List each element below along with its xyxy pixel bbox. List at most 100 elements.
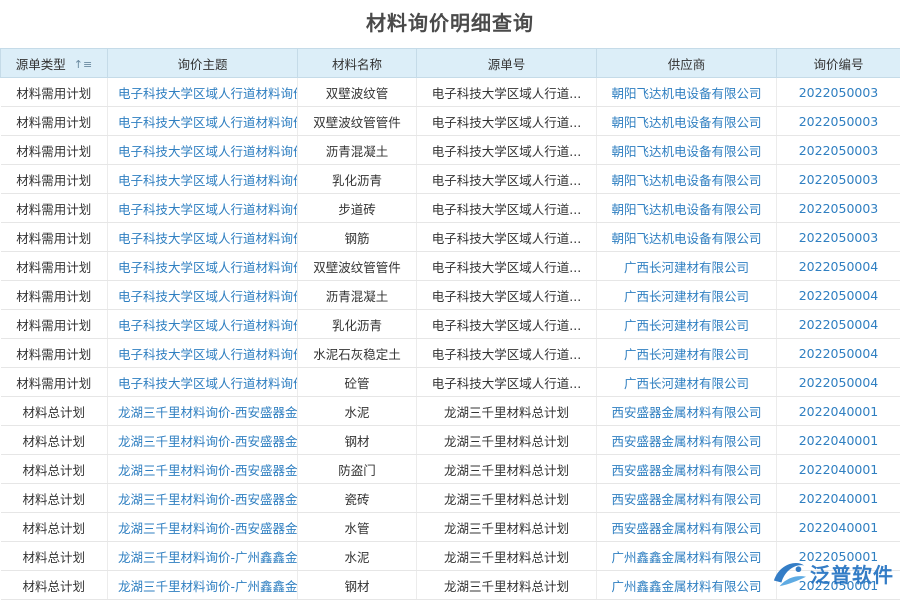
- cell-supplier[interactable]: 西安盛器金属材料有限公司: [597, 397, 777, 426]
- cell-supplier[interactable]: 广西长河建材有限公司: [597, 252, 777, 281]
- cell-subject-link[interactable]: 电子科技大学区域人行道材料询价: [118, 347, 298, 362]
- cell-inquiry-no-link[interactable]: 2022040001: [799, 491, 879, 506]
- table-row[interactable]: 材料需用计划电子科技大学区域人行道材料询价步道砖电子科技大学区域人行道...朝阳…: [1, 194, 900, 223]
- cell-subject[interactable]: 电子科技大学区域人行道材料询价: [108, 223, 298, 252]
- cell-supplier-link[interactable]: 朝阳飞达机电设备有限公司: [611, 144, 761, 159]
- cell-supplier[interactable]: 朝阳飞达机电设备有限公司: [597, 107, 777, 136]
- cell-supplier-link[interactable]: 广西长河建材有限公司: [624, 289, 749, 304]
- table-row[interactable]: 材料需用计划电子科技大学区域人行道材料询价钢筋电子科技大学区域人行道...朝阳飞…: [1, 223, 900, 252]
- cell-supplier[interactable]: 西安盛器金属材料有限公司: [597, 426, 777, 455]
- cell-supplier[interactable]: 广西长河建材有限公司: [597, 339, 777, 368]
- cell-inquiry-no[interactable]: 2022050004: [777, 252, 900, 281]
- cell-inquiry-no-link[interactable]: 2022040001: [799, 462, 879, 477]
- table-row[interactable]: 材料总计划龙湖三千里材料询价-西安盛器金属水泥龙湖三千里材料总计划西安盛器金属材…: [1, 397, 900, 426]
- column-header-source-no[interactable]: 源单号: [417, 49, 597, 78]
- cell-supplier[interactable]: 广州鑫鑫金属材料有限公司: [597, 542, 777, 571]
- cell-subject[interactable]: 电子科技大学区域人行道材料询价: [108, 281, 298, 310]
- cell-inquiry-no[interactable]: 2022050004: [777, 310, 900, 339]
- table-row[interactable]: 材料需用计划电子科技大学区域人行道材料询价乳化沥青电子科技大学区域人行道...广…: [1, 310, 900, 339]
- column-header-inquiry-no[interactable]: 询价编号: [777, 49, 900, 78]
- cell-subject[interactable]: 龙湖三千里材料询价-西安盛器金属: [108, 513, 298, 542]
- cell-inquiry-no[interactable]: 2022050003: [777, 194, 900, 223]
- cell-supplier-link[interactable]: 朝阳飞达机电设备有限公司: [611, 86, 761, 101]
- cell-subject[interactable]: 龙湖三千里材料询价-广州鑫鑫金属: [108, 542, 298, 571]
- cell-subject[interactable]: 电子科技大学区域人行道材料询价: [108, 310, 298, 339]
- cell-supplier[interactable]: 西安盛器金属材料有限公司: [597, 455, 777, 484]
- cell-supplier-link[interactable]: 广西长河建材有限公司: [624, 260, 749, 275]
- cell-subject[interactable]: 电子科技大学区域人行道材料询价: [108, 78, 298, 107]
- column-header-material[interactable]: 材料名称: [298, 49, 417, 78]
- cell-inquiry-no-link[interactable]: 2022050003: [799, 201, 879, 216]
- table-row[interactable]: 材料需用计划电子科技大学区域人行道材料询价双壁波纹管管件电子科技大学区域人行道.…: [1, 252, 900, 281]
- table-row[interactable]: 材料需用计划电子科技大学区域人行道材料询价乳化沥青电子科技大学区域人行道...朝…: [1, 165, 900, 194]
- cell-inquiry-no[interactable]: 2022050004: [777, 368, 900, 397]
- cell-subject-link[interactable]: 电子科技大学区域人行道材料询价: [118, 231, 298, 246]
- table-row[interactable]: 材料需用计划电子科技大学区域人行道材料询价沥青混凝土电子科技大学区域人行道...…: [1, 281, 900, 310]
- table-row[interactable]: 材料需用计划电子科技大学区域人行道材料询价双壁波纹管电子科技大学区域人行道...…: [1, 78, 900, 107]
- cell-inquiry-no-link[interactable]: 2022040001: [799, 433, 879, 448]
- cell-subject-link[interactable]: 电子科技大学区域人行道材料询价: [118, 376, 298, 391]
- cell-subject[interactable]: 龙湖三千里材料询价-西安盛器金属: [108, 397, 298, 426]
- cell-subject[interactable]: 龙湖三千里材料询价-西安盛器金属: [108, 484, 298, 513]
- cell-subject[interactable]: 电子科技大学区域人行道材料询价: [108, 107, 298, 136]
- cell-inquiry-no[interactable]: 2022050003: [777, 107, 900, 136]
- cell-supplier-link[interactable]: 西安盛器金属材料有限公司: [611, 434, 761, 449]
- cell-supplier[interactable]: 朝阳飞达机电设备有限公司: [597, 223, 777, 252]
- cell-inquiry-no-link[interactable]: 2022050003: [799, 143, 879, 158]
- table-row[interactable]: 材料需用计划电子科技大学区域人行道材料询价砼管电子科技大学区域人行道...广西长…: [1, 368, 900, 397]
- cell-supplier-link[interactable]: 朝阳飞达机电设备有限公司: [611, 231, 761, 246]
- cell-inquiry-no-link[interactable]: 2022050004: [799, 375, 879, 390]
- cell-supplier[interactable]: 朝阳飞达机电设备有限公司: [597, 165, 777, 194]
- cell-inquiry-no[interactable]: 2022050004: [777, 281, 900, 310]
- cell-supplier[interactable]: 西安盛器金属材料有限公司: [597, 484, 777, 513]
- cell-subject-link[interactable]: 龙湖三千里材料询价-西安盛器金属: [118, 492, 298, 507]
- table-row[interactable]: 材料总计划龙湖三千里材料询价-广州鑫鑫金属水泥龙湖三千里材料总计划广州鑫鑫金属材…: [1, 542, 900, 571]
- cell-inquiry-no[interactable]: 2022050003: [777, 223, 900, 252]
- cell-supplier[interactable]: 朝阳飞达机电设备有限公司: [597, 194, 777, 223]
- cell-subject[interactable]: 电子科技大学区域人行道材料询价: [108, 165, 298, 194]
- cell-inquiry-no[interactable]: 2022050003: [777, 78, 900, 107]
- cell-supplier-link[interactable]: 广西长河建材有限公司: [624, 318, 749, 333]
- cell-inquiry-no[interactable]: 2022040001: [777, 455, 900, 484]
- cell-supplier-link[interactable]: 朝阳飞达机电设备有限公司: [611, 202, 761, 217]
- cell-subject-link[interactable]: 电子科技大学区域人行道材料询价: [118, 260, 298, 275]
- cell-subject[interactable]: 电子科技大学区域人行道材料询价: [108, 136, 298, 165]
- table-row[interactable]: 材料总计划龙湖三千里材料询价-西安盛器金属防盗门龙湖三千里材料总计划西安盛器金属…: [1, 455, 900, 484]
- cell-supplier[interactable]: 广西长河建材有限公司: [597, 368, 777, 397]
- cell-inquiry-no[interactable]: 2022040001: [777, 484, 900, 513]
- cell-inquiry-no-link[interactable]: 2022050003: [799, 172, 879, 187]
- cell-subject-link[interactable]: 龙湖三千里材料询价-广州鑫鑫金属: [118, 550, 298, 565]
- cell-inquiry-no[interactable]: 2022040001: [777, 513, 900, 542]
- table-row[interactable]: 材料需用计划电子科技大学区域人行道材料询价双壁波纹管管件电子科技大学区域人行道.…: [1, 107, 900, 136]
- cell-subject-link[interactable]: 龙湖三千里材料询价-西安盛器金属: [118, 521, 298, 536]
- cell-subject[interactable]: 电子科技大学区域人行道材料询价: [108, 194, 298, 223]
- column-header-subject[interactable]: 询价主题: [108, 49, 298, 78]
- cell-supplier[interactable]: 朝阳飞达机电设备有限公司: [597, 136, 777, 165]
- cell-supplier[interactable]: 广州鑫鑫金属材料有限公司: [597, 571, 777, 600]
- table-row[interactable]: 材料需用计划电子科技大学区域人行道材料询价水泥石灰稳定土电子科技大学区域人行道.…: [1, 339, 900, 368]
- cell-inquiry-no-link[interactable]: 2022040001: [799, 404, 879, 419]
- cell-supplier-link[interactable]: 朝阳飞达机电设备有限公司: [611, 173, 761, 188]
- cell-subject-link[interactable]: 龙湖三千里材料询价-西安盛器金属: [118, 463, 298, 478]
- cell-inquiry-no-link[interactable]: 2022050004: [799, 317, 879, 332]
- cell-inquiry-no-link[interactable]: 2022050003: [799, 230, 879, 245]
- cell-subject-link[interactable]: 电子科技大学区域人行道材料询价: [118, 115, 298, 130]
- column-header-supplier[interactable]: 供应商: [597, 49, 777, 78]
- sort-icon[interactable]: ↑≡: [74, 58, 92, 71]
- cell-subject[interactable]: 电子科技大学区域人行道材料询价: [108, 368, 298, 397]
- table-row[interactable]: 材料总计划龙湖三千里材料询价-西安盛器金属钢材龙湖三千里材料总计划西安盛器金属材…: [1, 426, 900, 455]
- cell-supplier-link[interactable]: 朝阳飞达机电设备有限公司: [611, 115, 761, 130]
- cell-subject[interactable]: 电子科技大学区域人行道材料询价: [108, 252, 298, 281]
- cell-supplier-link[interactable]: 西安盛器金属材料有限公司: [611, 405, 761, 420]
- cell-subject-link[interactable]: 龙湖三千里材料询价-西安盛器金属: [118, 405, 298, 420]
- table-row[interactable]: 材料总计划龙湖三千里材料询价-西安盛器金属瓷砖龙湖三千里材料总计划西安盛器金属材…: [1, 484, 900, 513]
- cell-supplier-link[interactable]: 西安盛器金属材料有限公司: [611, 492, 761, 507]
- cell-subject[interactable]: 龙湖三千里材料询价-西安盛器金属: [108, 455, 298, 484]
- cell-inquiry-no-link[interactable]: 2022050004: [799, 259, 879, 274]
- cell-supplier-link[interactable]: 广西长河建材有限公司: [624, 376, 749, 391]
- cell-subject-link[interactable]: 电子科技大学区域人行道材料询价: [118, 202, 298, 217]
- cell-supplier[interactable]: 广西长河建材有限公司: [597, 281, 777, 310]
- cell-subject[interactable]: 电子科技大学区域人行道材料询价: [108, 339, 298, 368]
- cell-inquiry-no-link[interactable]: 2022040001: [799, 520, 879, 535]
- cell-supplier[interactable]: 广西长河建材有限公司: [597, 310, 777, 339]
